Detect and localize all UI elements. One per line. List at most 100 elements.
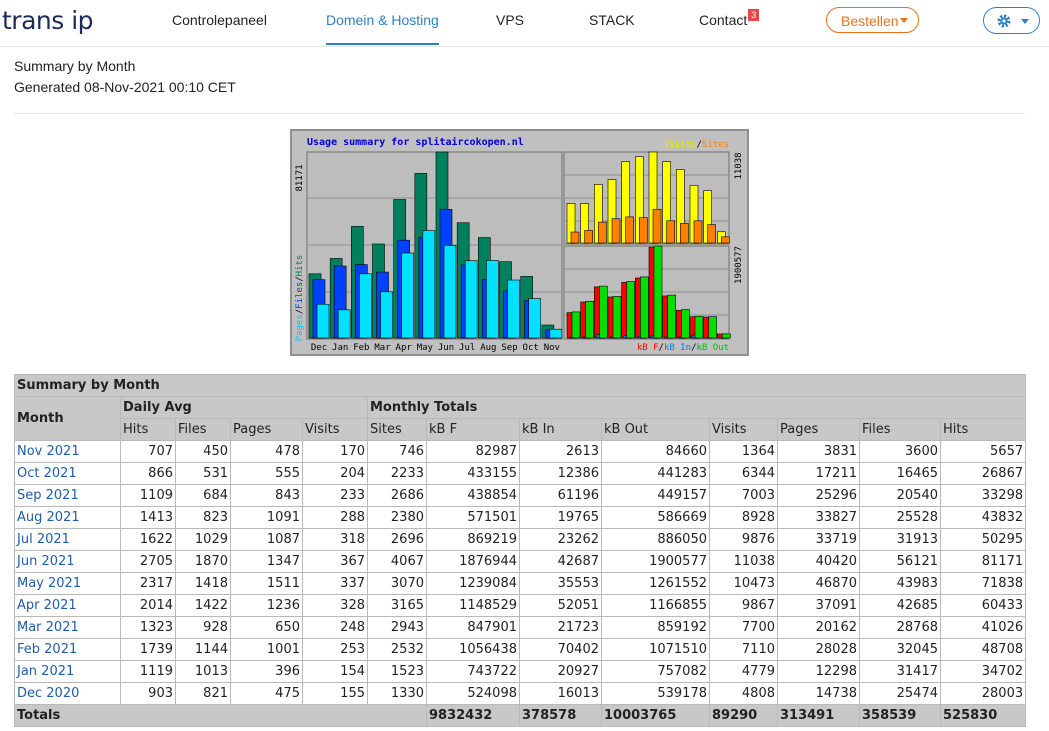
table-cell: 6344 — [709, 462, 778, 485]
bar-kbout — [599, 285, 608, 339]
table-cell: 886050 — [601, 528, 710, 551]
table-cell: 14738 — [777, 682, 860, 705]
table-cell: 1001 — [230, 638, 303, 661]
col-monthly-kbin: kB In — [519, 418, 602, 441]
table-cell: 9867 — [709, 594, 778, 617]
table-cell: 48708 — [939, 638, 1027, 661]
left-axis-legend: Pages/Files/Hits — [295, 255, 305, 342]
table-cell: 20927 — [519, 660, 602, 683]
table-cell: 7110 — [709, 638, 778, 661]
table-row: Sep 2021 1109 684 843 233 2686 438854 61196 4491… — [14, 484, 1027, 507]
nav-contact[interactable]: Contact 3 — [699, 9, 760, 44]
table-row: May 2021 2317 1418 1511 337 3070 1239084 35553 1… — [14, 572, 1027, 595]
table-cell: 1056438 — [426, 638, 520, 661]
x-tick-label: Jun — [438, 343, 454, 353]
table-cell: 82987 — [426, 440, 520, 463]
bar-pages — [443, 245, 457, 339]
table-row: Mar 2021 1323 928 650 248 2943 847901 21723 8591… — [14, 616, 1027, 639]
table-cell: 684 — [175, 484, 231, 507]
bar-sites — [666, 220, 675, 244]
table-cell: 1622 — [120, 528, 176, 551]
table-cell: 396 — [230, 660, 303, 683]
bar-sites — [693, 220, 703, 244]
table-cell: 531 — [175, 462, 231, 485]
top-right-legend: Visits/Sites — [664, 140, 729, 150]
table-cell: 71838 — [939, 572, 1027, 595]
table-row: Feb 2021 1739 1144 1001 253 2532 1056438 70402 1… — [14, 638, 1027, 661]
table-cell: 707 — [120, 440, 176, 463]
table-cell: 2613 — [519, 440, 602, 463]
nav-vps[interactable]: VPS — [496, 12, 524, 44]
table-cell: 28003 — [939, 682, 1027, 705]
contact-count-badge: 3 — [748, 9, 760, 21]
month-link[interactable]: Aug 2021 — [14, 506, 121, 529]
total-pages: 313491 — [777, 704, 860, 727]
top-right-axis-max-label: 11038 — [734, 152, 744, 179]
bar-pages — [422, 230, 436, 339]
table-cell: 3831 — [777, 440, 860, 463]
bar-pages — [486, 260, 499, 339]
month-link[interactable]: Oct 2021 — [14, 462, 121, 485]
table-cell: 1261552 — [601, 572, 710, 595]
transip-logo[interactable]: trans ip — [2, 6, 94, 35]
bar-kbout — [667, 294, 676, 339]
month-link[interactable]: Sep 2021 — [14, 484, 121, 507]
settings-menu-button[interactable] — [983, 7, 1040, 34]
month-link[interactable]: Jan 2021 — [14, 660, 121, 683]
table-cell: 32045 — [859, 638, 941, 661]
col-monthly-hits: Hits — [939, 418, 1027, 441]
table-cell: 869219 — [426, 528, 520, 551]
bar-kbout — [681, 309, 690, 339]
nav-controlepaneel[interactable]: Controlepaneel — [172, 12, 267, 44]
month-link[interactable]: Dec 2020 — [14, 682, 121, 705]
month-link[interactable]: Feb 2021 — [14, 638, 121, 661]
table-cell: 21723 — [519, 616, 602, 639]
nav-domein-hosting[interactable]: Domein & Hosting — [326, 12, 439, 45]
table-cell: 1166855 — [601, 594, 710, 617]
table-cell: 8928 — [709, 506, 778, 529]
table-cell: 757082 — [601, 660, 710, 683]
usage-summary-chart: Usage summary for splitaircokopen.nl Dec… — [289, 128, 750, 357]
left-axis-max-label: 81171 — [295, 164, 305, 191]
month-link[interactable]: May 2021 — [14, 572, 121, 595]
table-cell: 1422 — [175, 594, 231, 617]
legend-hits: Hits — [295, 255, 305, 277]
table-cell: 2014 — [120, 594, 176, 617]
table-cell: 154 — [302, 660, 368, 683]
table-cell: 1739 — [120, 638, 176, 661]
legend-kbin: kB In — [664, 343, 691, 353]
legend-kbf: kB F — [637, 343, 659, 353]
x-tick-label: Apr — [396, 343, 413, 353]
x-tick-label: Nov — [544, 343, 560, 353]
table-cell: 16013 — [519, 682, 602, 705]
table-cell: 1119 — [120, 660, 176, 683]
month-link[interactable]: Jun 2021 — [14, 550, 121, 573]
table-cell: 33298 — [939, 484, 1027, 507]
table-cell: 3070 — [367, 572, 427, 595]
table-cell: 4067 — [367, 550, 427, 573]
bar-pages — [549, 328, 563, 339]
totals-row: Totals 9832432 378578 10003765 89290 313… — [14, 704, 1027, 727]
table-cell: 42685 — [859, 594, 941, 617]
nav-stack[interactable]: STACK — [589, 12, 635, 44]
table-row: Aug 2021 1413 823 1091 288 2380 571501 19765 586… — [14, 506, 1027, 529]
table-cell: 43983 — [859, 572, 941, 595]
month-link[interactable]: Jul 2021 — [14, 528, 121, 551]
month-link[interactable]: Nov 2021 — [14, 440, 121, 463]
table-cell: 367 — [302, 550, 368, 573]
table-cell: 1511 — [230, 572, 303, 595]
month-link[interactable]: Apr 2021 — [14, 594, 121, 617]
table-cell: 20162 — [777, 616, 860, 639]
bar-pages — [464, 260, 478, 339]
table-cell: 586669 — [601, 506, 710, 529]
table-cell: 449157 — [601, 484, 710, 507]
table-cell: 28028 — [777, 638, 860, 661]
table-cell: 2686 — [367, 484, 427, 507]
month-link[interactable]: Mar 2021 — [14, 616, 121, 639]
table-cell: 5657 — [939, 440, 1027, 463]
bottom-right-axis-max-label: 1900577 — [734, 246, 744, 284]
order-button[interactable]: Bestellen — [826, 7, 919, 33]
bar-sites — [680, 223, 689, 244]
table-cell: 3165 — [367, 594, 427, 617]
table-cell: 847901 — [426, 616, 520, 639]
